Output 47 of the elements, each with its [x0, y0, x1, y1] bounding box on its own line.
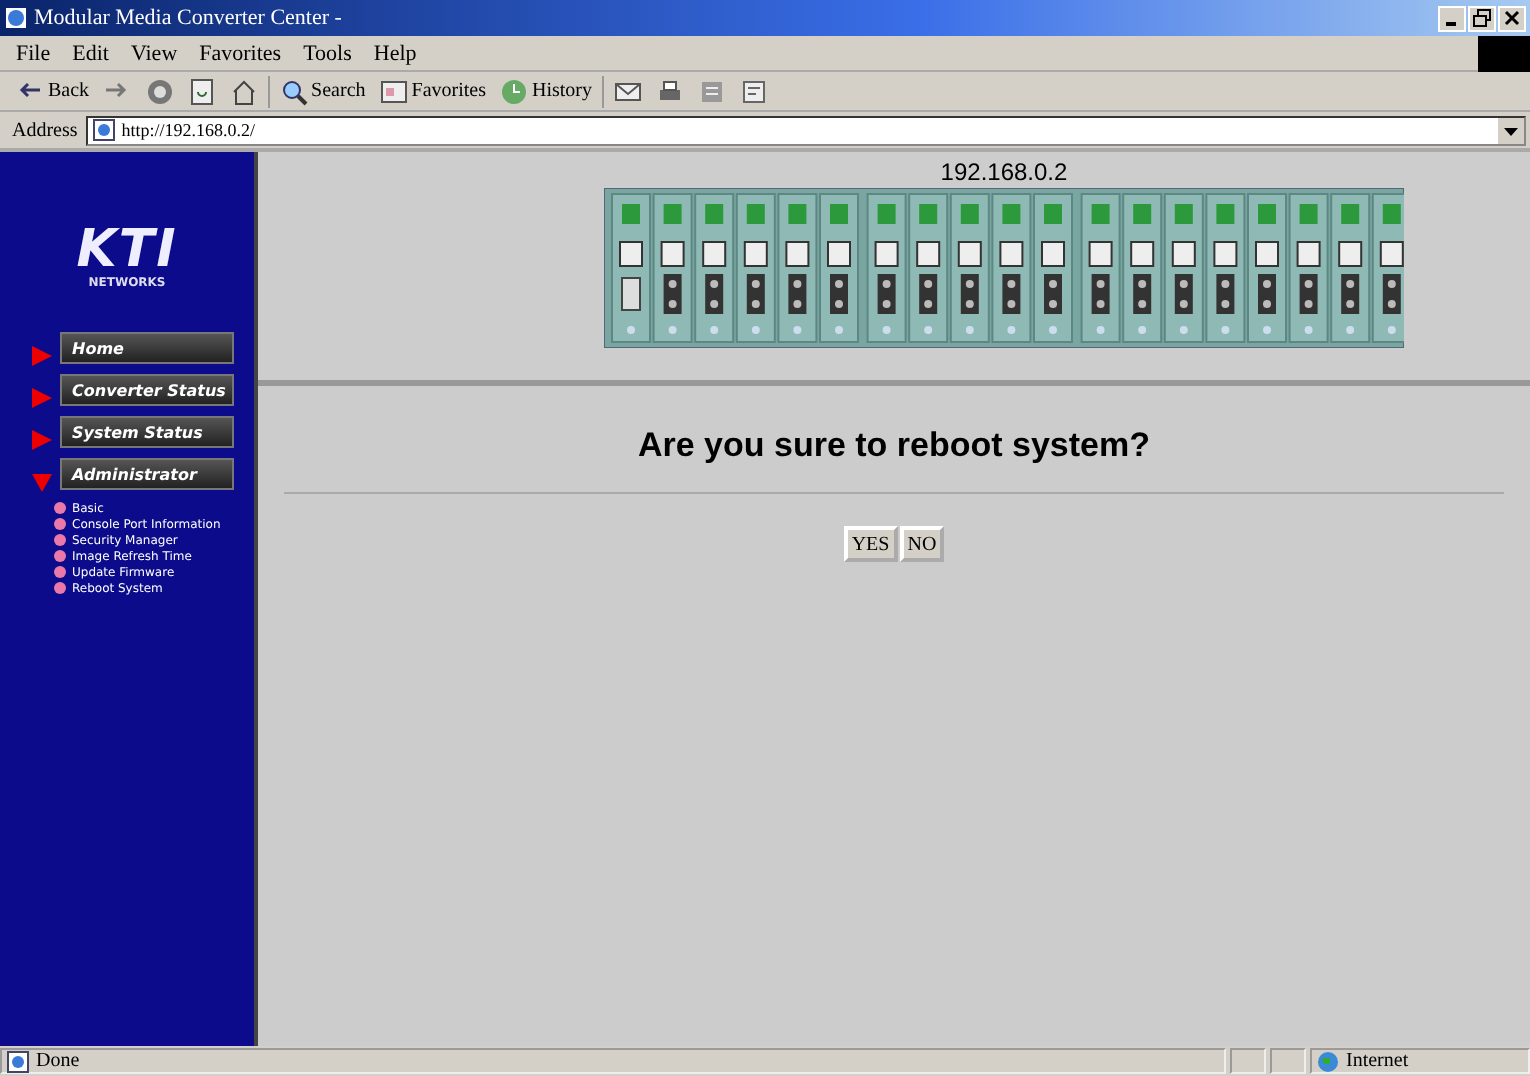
menu-item[interactable]: File: [16, 41, 51, 65]
close-button[interactable]: [1498, 5, 1526, 31]
page-icon: [6, 1049, 30, 1073]
zone-text: Internet: [1346, 1050, 1409, 1072]
globe-icon: [1316, 1049, 1340, 1073]
bullet-icon: [54, 502, 66, 514]
browser-icon: [4, 6, 28, 30]
bullet-icon: [54, 582, 66, 594]
favorites-icon: [379, 77, 408, 105]
status-pane: [1230, 1048, 1266, 1074]
minimize-button[interactable]: [1438, 5, 1466, 31]
favorites-button[interactable]: Favorites: [375, 77, 490, 105]
bullet-icon: [54, 550, 66, 562]
menu-item[interactable]: Tools: [303, 41, 352, 65]
nav-button[interactable]: System Status: [60, 416, 234, 448]
back-button[interactable]: Back: [12, 77, 94, 105]
nav-button[interactable]: Converter Status: [60, 374, 234, 406]
logo-name: KTI: [76, 224, 178, 276]
home-icon: [229, 77, 258, 105]
search-button[interactable]: Search: [275, 77, 370, 105]
device-title: 192.168.0.2: [940, 158, 1068, 186]
nav-button[interactable]: Administrator: [60, 458, 234, 490]
status-text: Done: [36, 1050, 80, 1072]
menu-item[interactable]: Edit: [72, 41, 109, 65]
print-icon: [655, 77, 684, 105]
nav-button[interactable]: Home: [60, 332, 234, 364]
address-label: Address: [12, 119, 78, 141]
menu-item[interactable]: Help: [373, 41, 417, 65]
confirm-question: Are you sure to reboot system?: [637, 426, 1150, 466]
history-button[interactable]: History: [495, 77, 596, 105]
bullet-icon: [54, 534, 66, 546]
menu-item[interactable]: Favorites: [199, 41, 282, 65]
search-icon: [279, 77, 308, 105]
confirm-button[interactable]: YES: [843, 526, 898, 562]
stop-icon: [145, 77, 174, 105]
menu-item[interactable]: View: [130, 41, 178, 65]
maximize-button[interactable]: [1468, 5, 1496, 31]
address-field[interactable]: http://192.168.0.2/: [85, 115, 1526, 145]
bullet-icon: [54, 566, 66, 578]
page-icon: [91, 118, 116, 142]
confirm-button[interactable]: NO: [899, 526, 945, 562]
mail-button[interactable]: [609, 77, 646, 105]
mail-icon: [613, 77, 642, 105]
bullet-icon: [54, 518, 66, 530]
history-icon: [499, 77, 528, 105]
status-pane: [1270, 1048, 1306, 1074]
window-title: Modular Media Converter Center -: [34, 6, 344, 30]
